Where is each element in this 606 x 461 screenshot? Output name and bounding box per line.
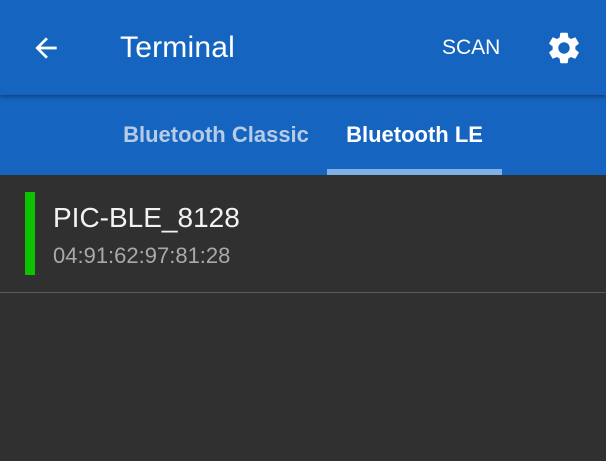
tab-bluetooth-le[interactable]: Bluetooth LE bbox=[327, 95, 502, 175]
connection-status-indicator bbox=[25, 192, 35, 275]
tab-bluetooth-classic[interactable]: Bluetooth Classic bbox=[105, 95, 327, 175]
tab-bar: Bluetooth Classic Bluetooth LE bbox=[0, 95, 606, 175]
gear-icon bbox=[549, 32, 579, 64]
device-list-item[interactable]: PIC-BLE_8128 04:91:62:97:81:28 bbox=[0, 175, 606, 293]
back-button[interactable] bbox=[22, 24, 70, 72]
device-name: PIC-BLE_8128 bbox=[53, 202, 240, 233]
device-address: 04:91:62:97:81:28 bbox=[53, 243, 231, 268]
device-list: PIC-BLE_8128 04:91:62:97:81:28 bbox=[0, 175, 606, 293]
arrow-back-icon bbox=[35, 37, 57, 59]
page-title: Terminal bbox=[120, 31, 235, 64]
settings-button[interactable] bbox=[540, 24, 588, 72]
scan-button[interactable]: SCAN bbox=[428, 30, 514, 66]
app-bar: Terminal SCAN bbox=[0, 0, 606, 95]
